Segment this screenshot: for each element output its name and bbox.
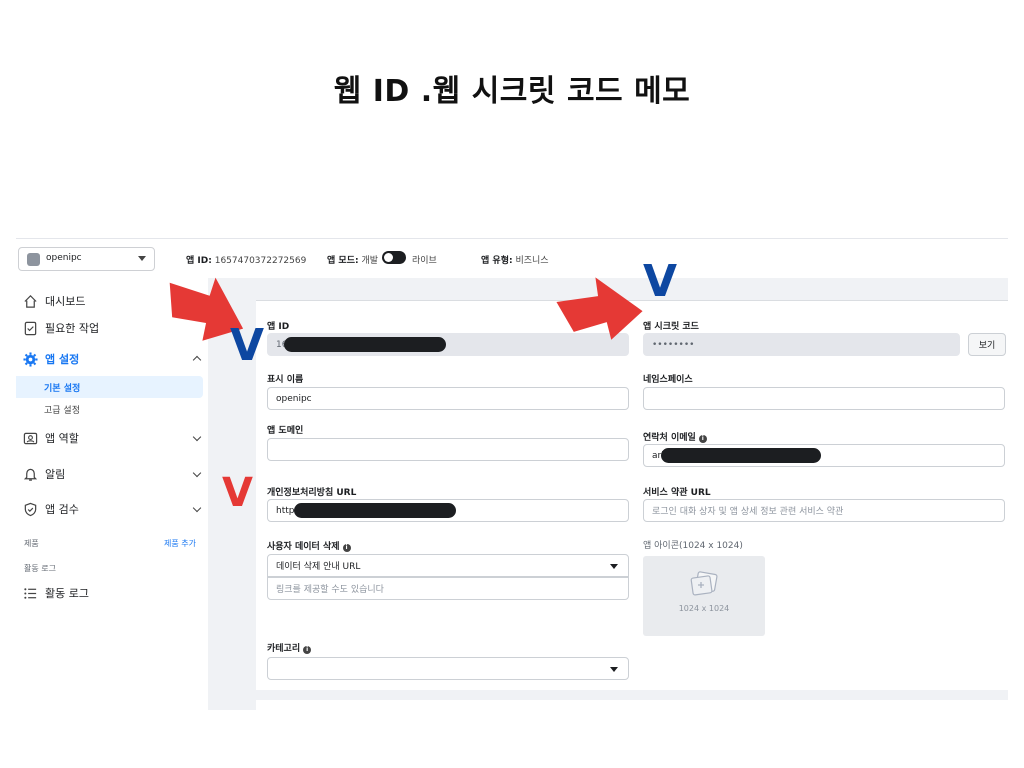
caret-down-icon: [610, 667, 618, 672]
sidebar-item-app-review[interactable]: 앱 검수: [22, 498, 206, 520]
data-deletion-select-value: 데이터 삭제 안내 URL: [276, 562, 361, 572]
info-icon: i: [342, 544, 351, 552]
check-mark-blue: V: [230, 320, 265, 371]
sidebar-item-alerts[interactable]: 알림: [22, 463, 206, 485]
sidebar-item-app-settings[interactable]: 앱 설정: [22, 348, 206, 370]
app-secret-label: 앱 시크릿 코드: [643, 322, 699, 332]
top-bar: openipc 앱 ID: 1657470372272569 앱 모드: 개발 …: [16, 238, 1008, 276]
data-deletion-url-field[interactable]: 링크를 제공할 수도 있습니다: [267, 577, 629, 600]
sidebar-label: 앱 설정: [45, 353, 80, 366]
show-secret-button[interactable]: 보기: [968, 333, 1006, 356]
image-placeholder-icon: [688, 570, 720, 602]
sidebar-label: 알림: [45, 468, 66, 481]
app-domain-label: 앱 도메인: [267, 426, 304, 436]
app-settings-screenshot: openipc 앱 ID: 1657470372272569 앱 모드: 개발 …: [16, 238, 1008, 710]
app-id-value: 1657470372272569: [214, 256, 307, 266]
sidebar-item-advanced-settings[interactable]: 고급 설정: [16, 398, 203, 420]
shield-check-icon: [22, 501, 38, 517]
check-mark-blue: V: [643, 256, 678, 307]
display-name-value: openipc: [276, 393, 312, 404]
top-app-type: 앱 유형: 비즈니스: [481, 253, 549, 266]
check-mark-red: V: [222, 470, 253, 516]
category-label-text: 카테고리: [267, 644, 301, 654]
app-icon: [27, 253, 40, 266]
contact-email-label: 연락처 이메일 i: [643, 430, 707, 443]
sidebar-label: 활동 로그: [45, 587, 89, 600]
bell-icon: [22, 466, 38, 482]
sidebar-label: 필요한 작업: [45, 322, 100, 335]
category-label: 카테고리 i: [267, 641, 312, 654]
contact-email-label-text: 연락처 이메일: [643, 433, 696, 443]
data-deletion-label-text: 사용자 데이터 삭제: [267, 542, 340, 552]
app-icon-upload[interactable]: 1024 x 1024: [643, 556, 765, 636]
redaction-bar: [661, 448, 821, 463]
chevron-down-icon: [192, 503, 202, 513]
app-selector[interactable]: openipc: [18, 247, 155, 271]
top-app-id: 앱 ID: 1657470372272569: [186, 253, 306, 266]
gear-icon: [22, 351, 38, 367]
app-secret-value: ••••••••: [652, 339, 695, 350]
chevron-down-icon: [192, 432, 202, 442]
add-product-link[interactable]: 제품 추가: [164, 538, 196, 549]
activity-section-label: 활동 로그: [24, 564, 56, 573]
sidebar-item-required[interactable]: 필요한 작업: [22, 317, 206, 339]
sidebar-label: 대시보드: [45, 295, 86, 308]
app-icon-size: 1024 x 1024: [678, 604, 730, 613]
sidebar-label: 앱 검수: [45, 503, 79, 516]
mode-dev: 개발: [361, 256, 379, 266]
namespace-field[interactable]: [643, 387, 1005, 410]
sidebar-item-app-roles[interactable]: 앱 역할: [22, 427, 206, 449]
sidebar-item-basic-settings[interactable]: 기본 설정: [16, 376, 203, 398]
data-deletion-placeholder: 링크를 제공할 수도 있습니다: [276, 585, 384, 595]
app-id-label: 앱 ID:: [186, 256, 212, 266]
info-icon: i: [303, 646, 312, 654]
info-icon: i: [698, 435, 707, 443]
chevron-up-icon: [192, 355, 202, 365]
caret-down-icon: [610, 564, 618, 569]
next-card: [256, 700, 1008, 710]
basic-settings-card: 앱 ID 16 앱 시크릿 코드 •••••••• 보기 표시 이름 openi…: [256, 300, 1008, 690]
terms-url-field[interactable]: 로그인 대화 상자 및 앱 상세 정보 관련 서비스 약관: [643, 499, 1005, 522]
sidebar-item-activity-log[interactable]: 활동 로그: [22, 582, 206, 604]
app-id-field-label: 앱 ID: [267, 322, 290, 332]
products-label: 제품: [24, 539, 39, 548]
sidebar-item-dashboard[interactable]: 대시보드: [22, 290, 206, 312]
mode-toggle[interactable]: [382, 251, 406, 264]
privacy-url-label: 개인정보처리방침 URL: [267, 488, 357, 498]
app-secret-field[interactable]: ••••••••: [643, 333, 960, 356]
type-label: 앱 유형:: [481, 256, 513, 266]
redaction-bar: [294, 503, 456, 518]
mode-live: 라이브: [412, 256, 437, 266]
top-app-mode: 앱 모드: 개발: [327, 253, 378, 266]
home-icon: [22, 293, 38, 309]
caret-down-icon: [138, 256, 146, 261]
app-name: openipc: [46, 253, 82, 263]
app-icon-label: 앱 아이콘(1024 x 1024): [643, 541, 743, 551]
category-select[interactable]: [267, 657, 629, 680]
terms-url-placeholder: 로그인 대화 상자 및 앱 상세 정보 관련 서비스 약관: [652, 507, 844, 517]
slide-title: 웹 ID .웹 시크릿 코드 메모: [333, 74, 691, 109]
sidebar-label: 앱 역할: [45, 432, 79, 445]
list-icon: [22, 585, 38, 601]
terms-url-label: 서비스 약관 URL: [643, 488, 711, 498]
namespace-label: 네임스페이스: [643, 375, 693, 385]
redaction-bar: [284, 337, 446, 352]
checklist-icon: [22, 320, 38, 336]
display-name-label: 표시 이름: [267, 375, 304, 385]
display-name-field[interactable]: openipc: [267, 387, 629, 410]
sidebar: 대시보드 필요한 작업 앱 설정 기본 설정 고급 설정 앱 역할 알림 앱 검…: [16, 286, 208, 706]
id-card-icon: [22, 430, 38, 446]
mode-label: 앱 모드:: [327, 256, 359, 266]
data-deletion-select[interactable]: 데이터 삭제 안내 URL: [267, 554, 629, 577]
chevron-down-icon: [192, 468, 202, 478]
app-domain-field[interactable]: [267, 438, 629, 461]
type-value: 비즈니스: [515, 256, 549, 266]
data-deletion-label: 사용자 데이터 삭제 i: [267, 539, 351, 552]
